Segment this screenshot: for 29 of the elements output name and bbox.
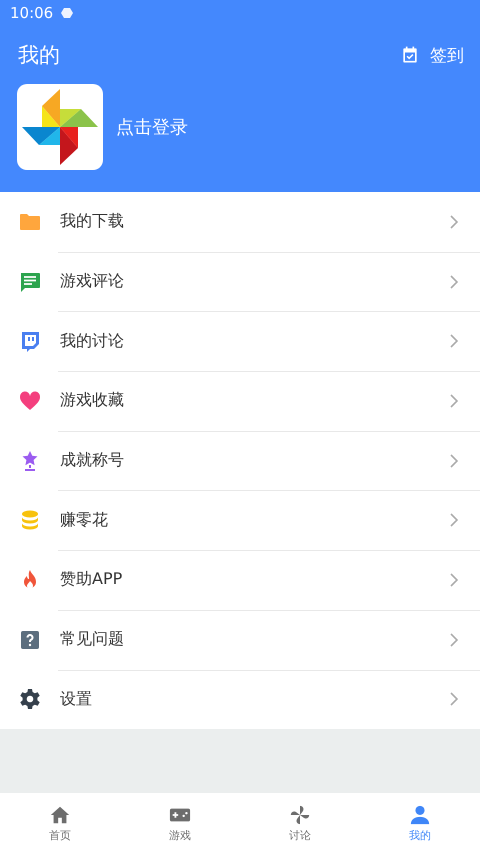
page-title: 我的 xyxy=(18,42,60,69)
person-icon xyxy=(409,804,431,826)
settings-icon xyxy=(18,687,42,712)
nav-tab[interactable]: 我的 xyxy=(360,793,480,853)
chevron-right-icon xyxy=(450,513,458,528)
menu-item[interactable]: 设置 xyxy=(0,670,480,730)
menu-item[interactable]: 成就称号 xyxy=(0,430,480,490)
pinwheel-icon xyxy=(289,804,311,826)
chevron-right-icon xyxy=(450,632,458,647)
chevron-right-icon xyxy=(450,394,458,408)
heart-icon xyxy=(18,388,42,413)
menu-item[interactable]: 游戏收藏 xyxy=(0,371,480,431)
chevron-right-icon xyxy=(450,334,458,348)
chevron-right-icon xyxy=(450,274,458,289)
menu-item[interactable]: 赚零花 xyxy=(0,490,480,550)
notification-icon xyxy=(61,7,74,19)
nav-tab[interactable]: 游戏 xyxy=(120,793,240,853)
chevron-right-icon xyxy=(450,214,458,229)
menu-item[interactable]: 赞助APP xyxy=(0,550,480,610)
nav-tab[interactable]: 首页 xyxy=(0,793,120,853)
chevron-right-icon xyxy=(450,692,458,706)
menu-item[interactable]: 我的讨论 xyxy=(0,311,480,372)
chevron-right-icon xyxy=(450,454,458,468)
menu-item[interactable]: 常见问题 xyxy=(0,610,480,670)
nav-tab[interactable]: 讨论 xyxy=(240,793,360,853)
chevron-right-icon xyxy=(450,572,458,587)
status-time: 10:06 xyxy=(10,4,54,22)
menu-item[interactable]: 游戏评论 xyxy=(0,252,480,312)
menu-item[interactable]: 我的下载 xyxy=(0,192,480,252)
